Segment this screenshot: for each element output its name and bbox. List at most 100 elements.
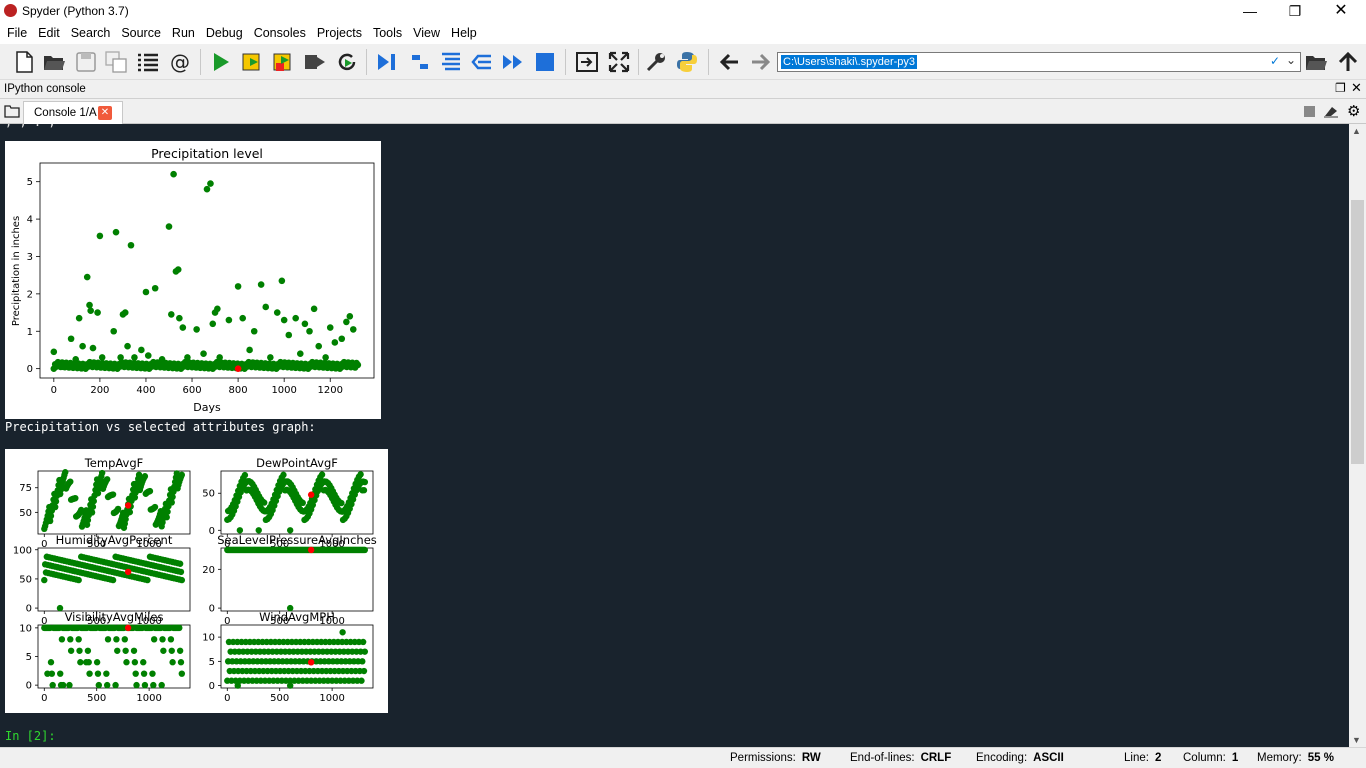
menu-tools[interactable]: Tools [369, 22, 406, 44]
y-tick-label: 0 [209, 526, 215, 537]
new-file-icon[interactable] [12, 50, 36, 74]
run-cell-icon[interactable] [241, 50, 265, 74]
close-tab-icon[interactable]: ✕ [98, 106, 112, 120]
maximize-button[interactable]: ❐ [1272, 0, 1318, 22]
data-point [144, 576, 151, 584]
highlight-point [307, 546, 315, 554]
browse-tabs-folder-icon[interactable] [4, 105, 20, 118]
debug-icon[interactable] [375, 50, 399, 74]
data-point [95, 681, 103, 689]
data-point [121, 636, 128, 643]
y-tick-label: 0 [26, 604, 32, 615]
step-return-icon[interactable] [470, 50, 494, 74]
data-point [151, 503, 159, 511]
scroll-down-icon[interactable]: ▼ [1352, 735, 1361, 745]
status-line: Line: 2 [1124, 752, 1162, 764]
data-point [360, 667, 368, 675]
at-sign-icon[interactable]: @ [168, 50, 192, 74]
data-point [140, 670, 148, 677]
data-point [76, 647, 83, 654]
data-point [94, 309, 101, 316]
run-selection-icon[interactable] [303, 50, 327, 74]
stop-debug-icon[interactable] [533, 50, 557, 74]
status-bar: Permissions: RW End-of-lines: CRLF Encodin… [0, 747, 1366, 768]
minimize-button[interactable]: — [1227, 0, 1273, 22]
python-path-icon[interactable] [675, 50, 699, 74]
data-point [359, 638, 367, 646]
step-icon[interactable] [408, 50, 432, 74]
preferences-wrench-icon[interactable] [644, 50, 668, 74]
data-point [354, 361, 362, 369]
chevron-down-icon[interactable]: ⌄ [1286, 53, 1296, 67]
data-point [179, 324, 187, 331]
data-point [132, 670, 139, 677]
menu-source[interactable]: Source [117, 22, 165, 44]
menu-run[interactable]: Run [168, 22, 199, 44]
fullscreen-icon[interactable] [607, 50, 631, 74]
ipython-console[interactable]: , , . , Precipitation level Days Precipi… [0, 124, 1349, 747]
save-icon[interactable] [74, 50, 98, 74]
outline-list-icon[interactable] [136, 50, 160, 74]
maximize-pane-icon[interactable] [575, 50, 599, 74]
menu-file[interactable]: File [3, 22, 31, 44]
working-directory-input[interactable]: C:\Users\shaki\.spyder-py3 [781, 55, 918, 69]
data-point [83, 659, 90, 666]
close-pane-icon[interactable]: ✕ [1351, 80, 1362, 96]
data-point [357, 471, 364, 478]
menu-edit[interactable]: Edit [34, 22, 64, 44]
data-point [280, 316, 288, 324]
chart-title: Precipitation level [151, 146, 263, 161]
menu-projects[interactable]: Projects [313, 22, 366, 44]
data-point [149, 670, 156, 677]
data-point [163, 514, 170, 521]
y-tick-label: 0 [27, 364, 33, 375]
open-file-icon[interactable] [42, 50, 66, 74]
data-point [122, 647, 129, 654]
menu-view[interactable]: View [409, 22, 444, 44]
interrupt-kernel-icon[interactable] [1304, 106, 1315, 117]
data-point [130, 647, 138, 654]
step-into-icon[interactable] [439, 50, 463, 74]
save-all-icon[interactable] [104, 50, 128, 74]
undock-icon[interactable]: ❐ [1335, 81, 1346, 95]
input-prompt[interactable]: In [2]: [5, 729, 56, 743]
eraser-icon[interactable] [1323, 105, 1339, 118]
data-point [292, 314, 299, 322]
data-point [174, 266, 182, 273]
data-point [209, 320, 217, 328]
menu-consoles[interactable]: Consoles [250, 22, 310, 44]
status-permissions: Permissions: RW [730, 752, 821, 764]
data-point [89, 344, 97, 352]
back-arrow-icon[interactable] [718, 50, 742, 74]
subplot-title: VisibilityAvgMiles [65, 610, 164, 624]
data-point [234, 682, 241, 689]
x-tick-label: 200 [90, 385, 109, 396]
menu-help[interactable]: Help [447, 22, 481, 44]
scroll-up-icon[interactable]: ▲ [1352, 126, 1361, 136]
y-axis-label: Precipitation in inches [11, 216, 22, 326]
data-point [109, 491, 117, 498]
data-point [94, 670, 102, 677]
data-point [75, 314, 83, 322]
clipped-output-line: , , . , [5, 124, 56, 129]
close-window-button[interactable]: ✕ [1318, 0, 1364, 22]
scrollbar-thumb[interactable] [1351, 200, 1364, 464]
rerun-icon[interactable] [335, 50, 359, 74]
console-scrollbar[interactable]: ▲ ▼ [1349, 124, 1366, 747]
parent-directory-icon[interactable] [1336, 50, 1360, 74]
data-point [59, 681, 67, 689]
run-icon[interactable] [209, 50, 233, 74]
options-gear-icon[interactable]: ⚙ [1347, 102, 1360, 120]
menu-debug[interactable]: Debug [202, 22, 247, 44]
continue-icon[interactable] [501, 50, 525, 74]
data-point [267, 354, 274, 361]
forward-arrow-icon[interactable] [748, 50, 772, 74]
working-directory-combobox[interactable]: C:\Users\shaki\.spyder-py3 ✓ ⌄ [777, 52, 1301, 72]
menu-search[interactable]: Search [67, 22, 115, 44]
highlight-point [124, 502, 132, 509]
data-point [67, 647, 75, 654]
tab-console-1a[interactable]: Console 1/A ✕ [23, 101, 123, 124]
browse-folder-icon[interactable] [1304, 50, 1328, 74]
y-tick-label: 10 [202, 633, 215, 644]
run-cell-advance-icon[interactable] [272, 50, 296, 74]
